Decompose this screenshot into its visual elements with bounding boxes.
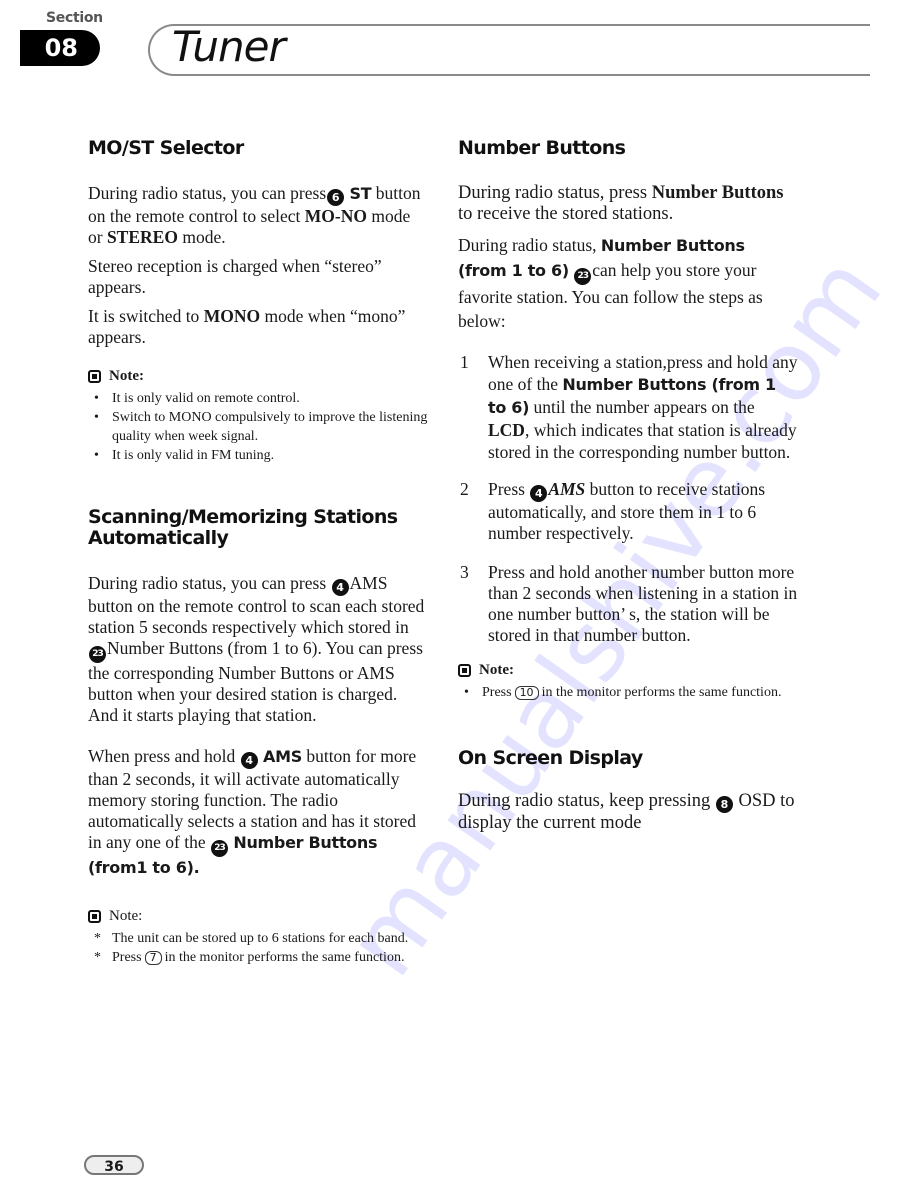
mo-st-notes: • It is only valid on remote control. • Sw…	[88, 389, 428, 465]
note-header: Note:	[88, 368, 428, 385]
button-8-icon: 8	[715, 796, 733, 813]
step-item: 1 When receiving a station,press and hol…	[460, 352, 798, 462]
note-icon	[458, 664, 471, 677]
button-6-icon: 6	[327, 189, 345, 206]
section-label: Section	[46, 10, 103, 26]
osd-heading: On Screen Display	[458, 747, 643, 769]
number-buttons-paragraph-1: During radio status, press Number Button…	[458, 183, 784, 224]
monitor-key-10: 10	[514, 686, 539, 700]
note-icon	[88, 910, 101, 923]
number-buttons-paragraph-2: During radio status, Number Buttons (fro…	[458, 235, 763, 331]
mo-st-paragraph-2: Stereo reception is charged when “stereo…	[88, 256, 382, 297]
page-number: 36	[84, 1155, 144, 1175]
scan-notes: * The unit can be stored up to 6 stations…	[88, 929, 428, 967]
mo-st-paragraph-3: It is switched to MONO mode when “mono” …	[88, 306, 406, 347]
button-23-icon: 23	[89, 646, 106, 663]
page-title: Tuner	[172, 22, 286, 71]
right-column: Number Buttons During radio status, pres…	[458, 138, 798, 834]
button-23-icon: 23	[574, 268, 592, 285]
button-4-icon: 4	[331, 579, 349, 596]
scan-heading: Scanning/Memorizing Stations Automatical…	[88, 506, 398, 549]
note-item: * Press 7 in the monitor performs the same …	[94, 950, 405, 965]
osd-paragraph: During radio status, keep pressing 8 OSD…	[458, 791, 795, 833]
button-4-icon: 4	[240, 752, 258, 769]
left-column: MO/ST Selector During radio status, you …	[88, 138, 428, 967]
mo-st-paragraph-1: During radio status, you can press 6 ST b…	[88, 183, 421, 247]
note-header: Note:	[88, 908, 428, 925]
step-item: 2 Press 4 AMS button to receive stations …	[460, 479, 766, 543]
scan-paragraph-1: During radio status, you can press 4 AMS …	[88, 573, 425, 725]
steps-list: 1 When receiving a station,press and hol…	[458, 351, 798, 646]
note-item: • Switch to MONO compulsively to improve …	[94, 410, 428, 444]
note-header: Note:	[458, 662, 798, 679]
section-number-badge: 08	[20, 30, 100, 66]
scan-paragraph-2: When press and hold 4 AMS button for mor…	[88, 746, 417, 877]
button-4-icon: 4	[530, 485, 548, 502]
mo-st-heading: MO/ST Selector	[88, 137, 244, 159]
note-icon	[88, 370, 101, 383]
note-item: • Press 10 in the monitor performs the same…	[464, 685, 782, 700]
step-item: 3 Press and hold another number button m…	[460, 562, 798, 645]
number-buttons-heading: Number Buttons	[458, 137, 626, 159]
note-item: • It is only valid on remote control.	[94, 391, 300, 406]
note-item: * The unit can be stored up to 6 stations…	[94, 931, 409, 946]
button-23-icon: 23	[210, 840, 228, 857]
number-buttons-notes: • Press 10 in the monitor performs the same…	[458, 683, 798, 702]
note-item: • It is only valid in FM tuning.	[94, 448, 275, 463]
monitor-key-7: 7	[144, 951, 162, 965]
